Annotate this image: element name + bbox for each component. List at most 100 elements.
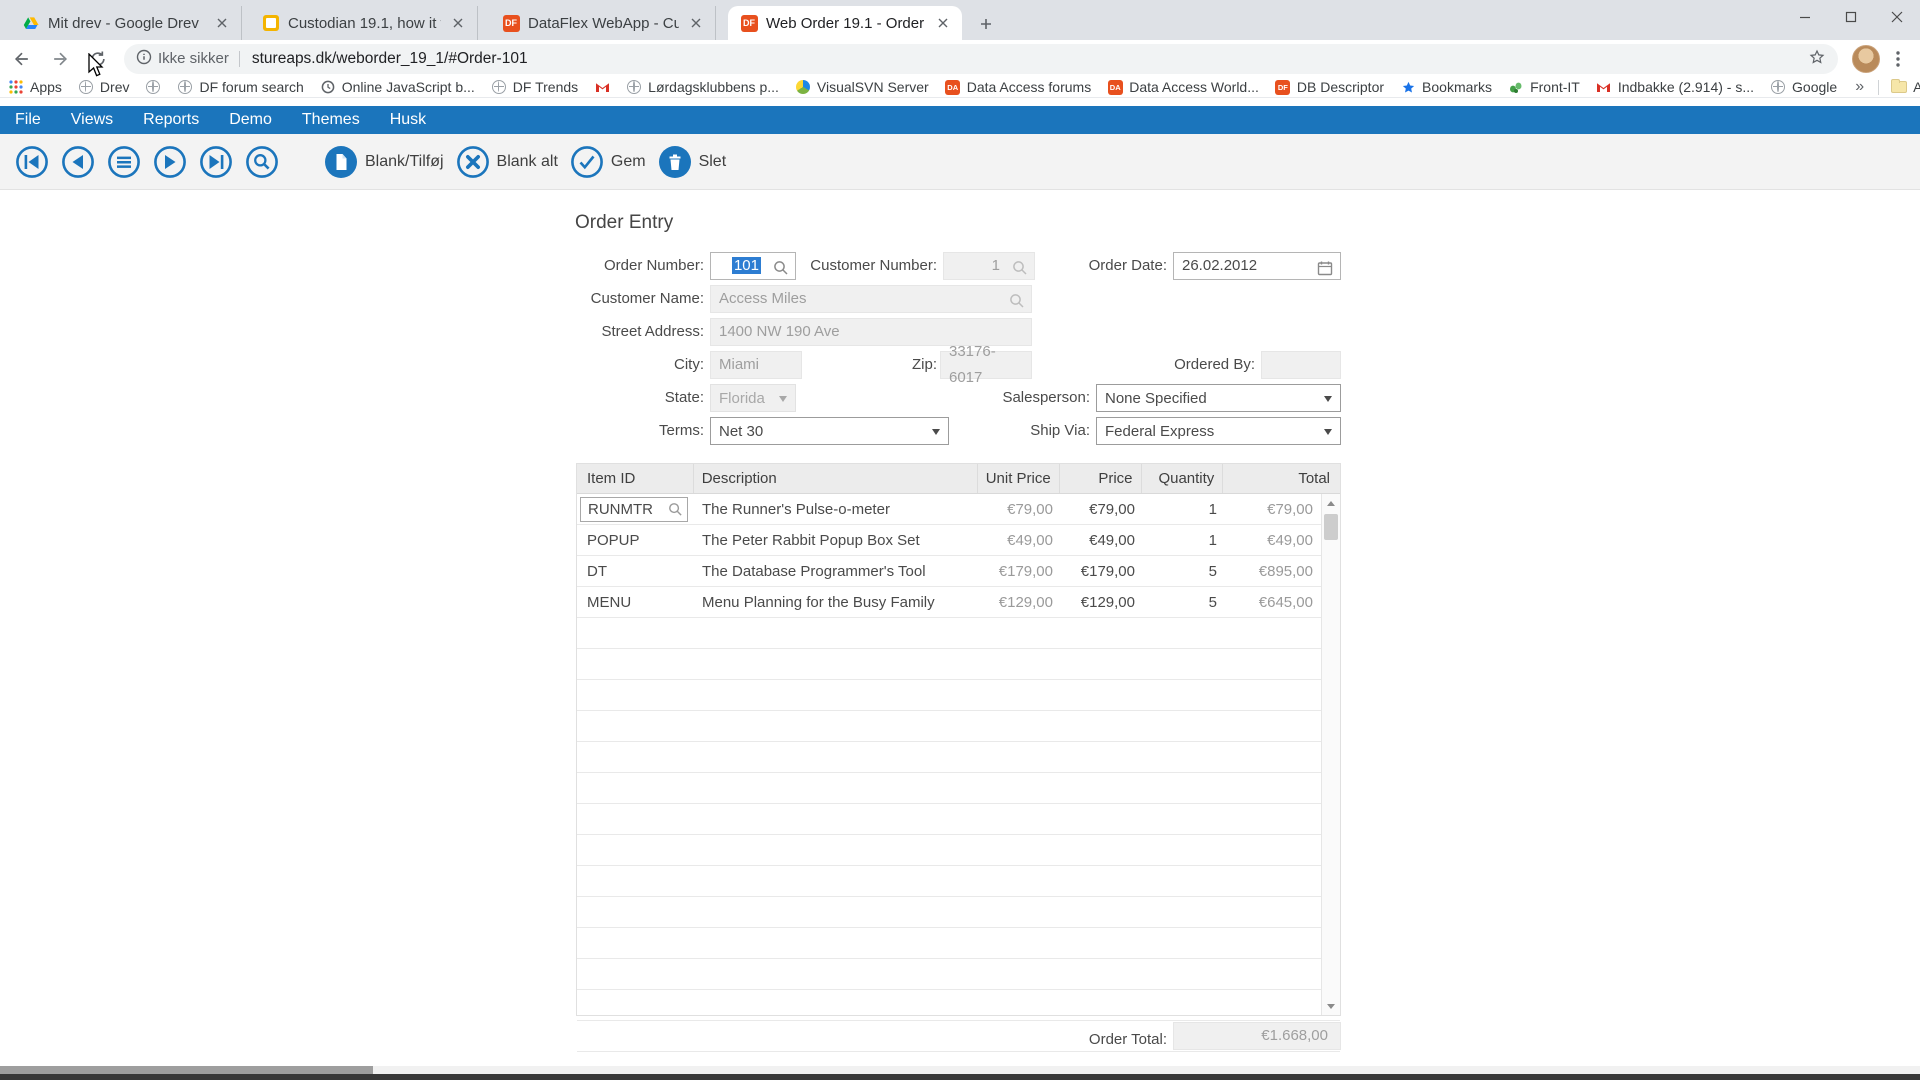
bookmark-online-javascript[interactable]: Online JavaScript b... — [312, 79, 483, 95]
grid-row[interactable]: RUNMTR The Runner's Pulse-o-meter €79,00… — [577, 494, 1340, 525]
col-quantity[interactable]: Quantity — [1142, 464, 1224, 493]
chevron-down-icon — [932, 429, 940, 435]
bookmark-lordagsklubbens[interactable]: Lørdagsklubbens p... — [618, 79, 787, 95]
scroll-down-icon[interactable] — [1322, 997, 1340, 1015]
order-entry-view: Order Entry Order Number: 101 Customer N… — [0, 190, 1920, 1064]
bookmark-visualsvn[interactable]: VisualSVN Server — [787, 79, 937, 95]
minimize-button[interactable] — [1782, 0, 1828, 34]
bookmark-data-access-world[interactable]: DA Data Access World... — [1099, 79, 1267, 95]
bookmarks-overflow-icon[interactable] — [1845, 78, 1874, 96]
grid-row[interactable]: POPUP The Peter Rabbit Popup Box Set €49… — [577, 525, 1340, 556]
page-title: Order Entry — [575, 212, 673, 234]
menu-file[interactable]: File — [0, 106, 56, 134]
address-bar[interactable]: Ikke sikker stureaps.dk/weborder_19_1/#O… — [124, 44, 1838, 74]
bookmark-df-forum-search[interactable]: DF forum search — [169, 79, 311, 95]
first-record-button[interactable] — [15, 145, 49, 179]
bookmark-google[interactable]: Google — [1762, 79, 1845, 95]
chevron-down-icon — [779, 396, 787, 402]
gmail-icon — [1596, 79, 1612, 95]
bookmark-db-descriptor[interactable]: DF DB Descriptor — [1267, 79, 1392, 95]
bookmark-front-it[interactable]: Front-IT — [1500, 79, 1588, 95]
browser-tab-dataflex-webapp[interactable]: DF DataFlex WebApp - Custodian 19 — [490, 6, 716, 40]
scrollbar-thumb[interactable] — [0, 1066, 373, 1074]
grid-empty-row — [577, 959, 1340, 990]
browser-tab-custodian-doc[interactable]: Custodian 19.1, how it works - G — [250, 6, 478, 40]
blank-tilfoj-button[interactable]: Blank/Tilføj — [324, 145, 444, 179]
bookmark-gmail[interactable] — [586, 79, 618, 95]
salesperson-label: Salesperson: — [950, 384, 1090, 412]
terms-select[interactable]: Net 30 — [710, 417, 949, 445]
item-id-input[interactable]: RUNMTR — [580, 497, 688, 522]
grid-vertical-scrollbar[interactable] — [1321, 494, 1340, 1015]
menu-husk[interactable]: Husk — [375, 106, 441, 134]
blank-alt-button[interactable]: Blank alt — [456, 145, 558, 179]
grid-empty-row — [577, 618, 1340, 649]
customer-number-field: 1 — [943, 252, 1035, 280]
ship-via-select[interactable]: Federal Express — [1096, 417, 1341, 445]
grid-empty-row — [577, 649, 1340, 680]
col-unit-price[interactable]: Unit Price — [978, 464, 1060, 493]
record-list-button[interactable] — [107, 145, 141, 179]
col-item-id[interactable]: Item ID — [577, 464, 694, 493]
app-toolbar: Blank/Tilføj Blank alt Gem Slet — [0, 134, 1920, 190]
bookmark-apps[interactable]: Apps — [0, 79, 70, 95]
search-record-button[interactable] — [245, 145, 279, 179]
bookmark-label: VisualSVN Server — [817, 79, 929, 95]
grid-row[interactable]: MENU Menu Planning for the Busy Family €… — [577, 587, 1340, 618]
bookmark-unnamed[interactable] — [137, 79, 169, 95]
col-description[interactable]: Description — [694, 464, 978, 493]
maximize-button[interactable] — [1828, 0, 1874, 34]
globe-icon — [177, 79, 193, 95]
menu-views[interactable]: Views — [56, 106, 128, 134]
calendar-icon[interactable] — [1317, 259, 1333, 285]
tab-close-icon[interactable] — [934, 14, 952, 32]
browser-menu-icon[interactable] — [1884, 45, 1912, 73]
col-total[interactable]: Total — [1223, 464, 1340, 493]
url-text[interactable]: stureaps.dk/weborder_19_1/#Order-101 — [252, 50, 1808, 68]
tab-title: Custodian 19.1, how it works - G — [288, 15, 441, 32]
tab-close-icon[interactable] — [213, 14, 231, 32]
security-label[interactable]: Ikke sikker — [158, 50, 229, 67]
bookmark-bookmarks[interactable]: Bookmarks — [1392, 79, 1500, 95]
grid-empty-row — [577, 711, 1340, 742]
bookmark-label: Data Access World... — [1129, 79, 1259, 95]
next-record-icon — [153, 145, 187, 179]
back-icon[interactable] — [6, 43, 38, 75]
menu-demo[interactable]: Demo — [214, 106, 287, 134]
forward-icon[interactable] — [44, 43, 76, 75]
previous-record-button[interactable] — [61, 145, 95, 179]
grid-row[interactable]: DT The Database Programmer's Tool €179,0… — [577, 556, 1340, 587]
page-info-icon[interactable] — [136, 49, 152, 69]
bookmark-label: Data Access forums — [967, 79, 1092, 95]
slet-button[interactable]: Slet — [658, 145, 727, 179]
data-access-icon: DA — [1107, 79, 1123, 95]
last-record-button[interactable] — [199, 145, 233, 179]
tab-close-icon[interactable] — [687, 14, 705, 32]
bookmark-data-access-forums[interactable]: DA Data Access forums — [937, 79, 1100, 95]
next-record-button[interactable] — [153, 145, 187, 179]
browser-tab-web-order[interactable]: DF Web Order 19.1 - Order Entry — [728, 6, 962, 40]
city-field: Miami — [710, 351, 802, 379]
bookmark-indbakke[interactable]: Indbakke (2.914) - s... — [1588, 79, 1762, 95]
grid-empty-row — [577, 773, 1340, 804]
order-date-field[interactable]: 26.02.2012 — [1173, 252, 1341, 280]
gem-button[interactable]: Gem — [570, 145, 646, 179]
menu-reports[interactable]: Reports — [128, 106, 214, 134]
browser-tab-drive[interactable]: Mit drev - Google Drev — [10, 6, 242, 40]
other-bookmarks-button[interactable]: Andre bogmærker — [1883, 79, 1920, 95]
bookmark-df-trends[interactable]: DF Trends — [483, 79, 586, 95]
app-menu-bar: File Views Reports Demo Themes Husk — [0, 106, 1920, 134]
col-price[interactable]: Price — [1060, 464, 1142, 493]
bookmark-star-icon[interactable] — [1808, 48, 1826, 70]
tab-close-icon[interactable] — [449, 14, 467, 32]
profile-avatar[interactable] — [1852, 45, 1880, 73]
new-tab-button[interactable] — [972, 10, 1000, 38]
state-select: Florida — [710, 384, 796, 412]
horizontal-scrollbar[interactable] — [0, 1066, 1920, 1074]
menu-themes[interactable]: Themes — [287, 106, 375, 134]
grid-header: Item ID Description Unit Price Price Qua… — [577, 464, 1340, 494]
salesperson-select[interactable]: None Specified — [1096, 384, 1341, 412]
scrollbar-thumb[interactable] — [1324, 514, 1338, 540]
close-button[interactable] — [1874, 0, 1920, 34]
scroll-up-icon[interactable] — [1322, 494, 1340, 512]
